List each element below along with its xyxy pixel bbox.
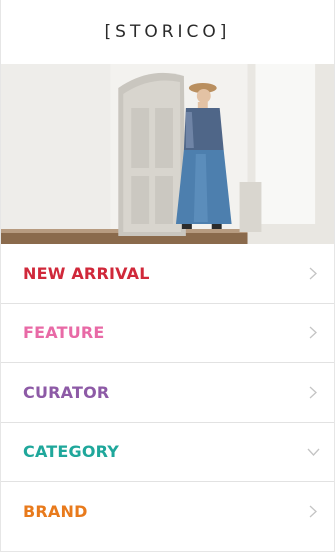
menu-item-feature[interactable]: FEATURE bbox=[1, 304, 334, 363]
chevron-right-icon bbox=[306, 326, 320, 340]
menu-label-brand: BRAND bbox=[23, 502, 88, 522]
chevron-right-icon bbox=[306, 505, 320, 519]
chevron-right-icon bbox=[306, 266, 320, 280]
app-frame: [STORICO] NEW ARRIVAL FEATURE CURATOR CA… bbox=[0, 0, 335, 552]
main-menu: NEW ARRIVAL FEATURE CURATOR CATEGORY BRA… bbox=[1, 244, 334, 542]
hero-image[interactable] bbox=[1, 64, 334, 244]
chevron-down-icon bbox=[306, 445, 320, 459]
menu-item-category[interactable]: CATEGORY bbox=[1, 423, 334, 482]
menu-item-brand[interactable]: BRAND bbox=[1, 482, 334, 542]
header: [STORICO] bbox=[1, 0, 334, 64]
menu-item-curator[interactable]: CURATOR bbox=[1, 363, 334, 423]
menu-item-new-arrival[interactable]: NEW ARRIVAL bbox=[1, 244, 334, 304]
menu-label-feature: FEATURE bbox=[23, 323, 105, 343]
menu-label-category: CATEGORY bbox=[23, 442, 120, 462]
menu-label-new-arrival: NEW ARRIVAL bbox=[23, 263, 150, 283]
hero-photo-illustration bbox=[1, 64, 334, 244]
menu-label-curator: CURATOR bbox=[23, 382, 110, 402]
chevron-right-icon bbox=[306, 385, 320, 399]
storico-logo[interactable]: [STORICO] bbox=[105, 22, 231, 42]
